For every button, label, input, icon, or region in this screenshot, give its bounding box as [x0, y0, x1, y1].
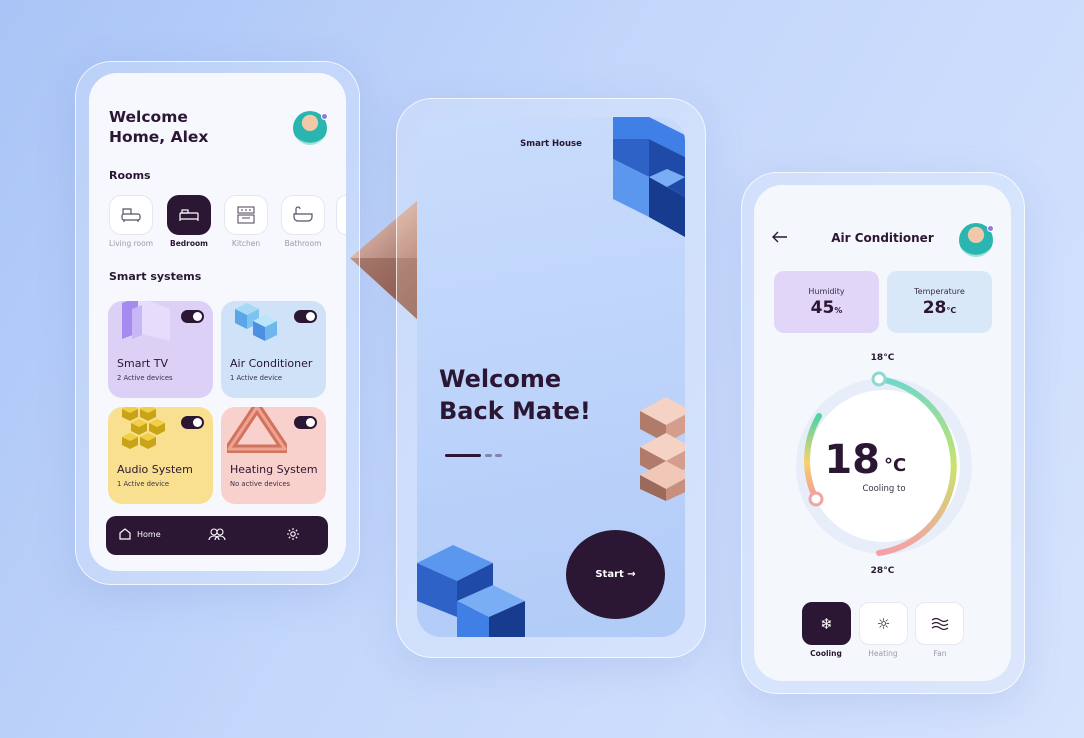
system-card-audio-system[interactable]: Audio System 1 Active device — [108, 407, 213, 504]
room-label: Kitchen — [231, 239, 261, 248]
notification-dot — [321, 113, 328, 120]
temperature-value: 28°C — [922, 298, 957, 318]
mode-fan-button[interactable] — [915, 602, 964, 645]
temperature-card: Temperature 28°C — [887, 271, 992, 333]
system-card-air-conditioner[interactable]: Air Conditioner 1 Active device — [221, 301, 326, 398]
card-subtitle: 1 Active device — [230, 374, 282, 382]
page-indicator-active — [445, 454, 481, 457]
scale-top-label: 18°C — [870, 353, 895, 363]
air-conditioner-illustration — [235, 303, 277, 341]
temperature-dial[interactable]: 18 °C Cooling to — [784, 371, 984, 561]
mode-heating-button[interactable]: ☼ — [859, 602, 908, 645]
system-card-heating-system[interactable]: Heating System No active devices — [221, 407, 326, 504]
dial-value: 18 — [824, 437, 880, 483]
room-more[interactable] — [336, 195, 346, 235]
nav-home-label: Home — [137, 529, 161, 539]
card-subtitle: 2 Active devices — [117, 374, 173, 382]
sun-icon: ☼ — [876, 614, 891, 633]
decorative-copper-blocks — [640, 397, 685, 501]
settings-icon — [287, 528, 299, 540]
room-label: Bedroom — [170, 239, 208, 248]
start-button[interactable]: Start → — [566, 530, 665, 619]
room-living-room[interactable] — [109, 195, 153, 235]
humidity-card: Humidity 45% — [774, 271, 879, 333]
card-subtitle: No active devices — [230, 480, 291, 488]
wind-icon — [931, 617, 948, 630]
humidity-label: Humidity — [808, 287, 845, 296]
page-indicator — [495, 454, 502, 457]
card-subtitle: 1 Active device — [117, 480, 169, 488]
home-icon — [119, 528, 131, 540]
avatar[interactable] — [959, 223, 994, 257]
smart-tv-illustration — [122, 301, 170, 341]
scale-bottom-label: 28°C — [870, 566, 895, 576]
mode-cooling-button[interactable]: ❄ — [802, 602, 851, 645]
air-conditioner-screen: Air Conditioner Humidity 45% Temperature… — [754, 185, 1011, 681]
mode-label: Fan — [933, 649, 947, 658]
room-label: Bathroom — [284, 239, 322, 248]
audio-system-illustration — [122, 407, 165, 449]
dial-unit: °C — [884, 455, 906, 476]
page-indicator — [485, 454, 492, 457]
system-card-smart-tv[interactable]: Smart TV 2 Active devices — [108, 301, 213, 398]
bottom-nav-bar: Home — [106, 516, 328, 555]
rooms-heading: Rooms — [109, 169, 151, 182]
home-screen: Welcome Home, Alex Rooms Living room Bed… — [89, 73, 346, 571]
welcome-heading: Welcome Home, Alex — [109, 108, 209, 146]
air-conditioner-toggle[interactable] — [294, 310, 317, 323]
splash-title: Welcome Back Mate! — [439, 365, 591, 425]
mode-label: Cooling — [810, 649, 842, 658]
notification-dot — [987, 225, 994, 232]
room-label: Living room — [108, 239, 154, 248]
decorative-blue-cubes-bottom — [417, 545, 525, 637]
temperature-label: Temperature — [914, 287, 965, 296]
splash-screen: Smart House Welcome Back Mate! Start → — [417, 117, 685, 637]
mode-label: Heating — [868, 649, 898, 658]
room-bathroom[interactable] — [281, 195, 325, 235]
bed-icon — [179, 209, 199, 221]
card-title: Heating System — [230, 463, 318, 476]
avatar[interactable] — [293, 111, 328, 145]
heating-system-toggle[interactable] — [294, 416, 317, 429]
users-icon — [208, 528, 226, 541]
dial-caption: Cooling to — [862, 484, 905, 494]
card-title: Air Conditioner — [230, 357, 313, 370]
decorative-blue-cubes-top — [613, 117, 685, 237]
smart-systems-heading: Smart systems — [109, 270, 202, 283]
nav-settings[interactable] — [286, 527, 300, 541]
audio-system-toggle[interactable] — [181, 416, 204, 429]
kitchen-icon — [237, 206, 255, 224]
snowflake-icon: ❄ — [820, 614, 833, 633]
card-title: Smart TV — [117, 357, 169, 370]
nav-users[interactable] — [208, 527, 226, 541]
card-title: Audio System — [117, 463, 193, 476]
heating-system-illustration — [227, 407, 287, 453]
room-kitchen[interactable] — [224, 195, 268, 235]
nav-home[interactable]: Home — [118, 527, 161, 541]
sofa-icon — [121, 208, 141, 222]
room-bedroom[interactable] — [167, 195, 211, 235]
smart-tv-toggle[interactable] — [181, 310, 204, 323]
humidity-value: 45% — [810, 298, 843, 318]
bathtub-icon — [293, 206, 313, 222]
